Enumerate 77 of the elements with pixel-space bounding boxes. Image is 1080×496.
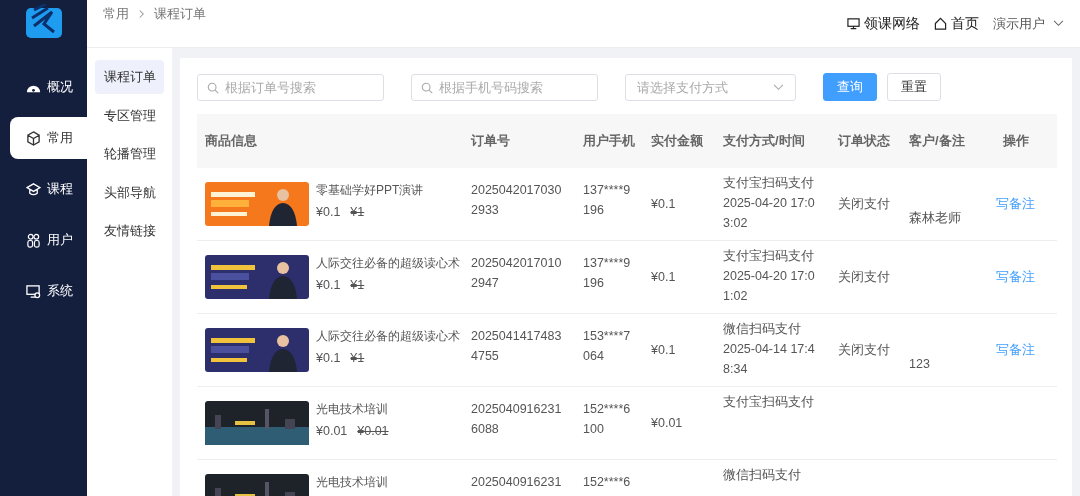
search-field[interactable]: 根据手机号码搜索 (411, 73, 598, 101)
original-price: ¥1 (350, 350, 365, 367)
logo-icon (23, 4, 64, 40)
order-status: 关闭支付 (838, 269, 890, 286)
payment-time: 2025-04-20 17:03:02 (723, 195, 816, 232)
order-number: 2025040916231 (471, 474, 562, 491)
chevron-right-icon (138, 8, 145, 19)
submenu-item[interactable]: 头部导航 (95, 175, 164, 210)
monitor-icon (26, 283, 41, 299)
course-title: 人际交往必备的超级读心术 (316, 328, 460, 345)
cap-icon (26, 181, 41, 197)
payment-method: 微信扫码支付 (723, 321, 801, 338)
phone-number: 137****9196 (583, 255, 632, 292)
course-title: 人际交往必备的超级读心术 (316, 255, 460, 272)
breadcrumb-item[interactable]: 课程订单 (154, 4, 206, 23)
payment-method: 支付宝扫码支付 (723, 248, 814, 265)
user-menu[interactable]: 演示用户 (993, 14, 1064, 33)
sidebar-item[interactable]: 用户 (10, 219, 87, 261)
order-status: 关闭支付 (838, 342, 890, 359)
order-number: 20250409162316088 (471, 401, 563, 438)
submenu-item[interactable]: 友情链接 (95, 214, 164, 249)
column-header: 用户手机 (582, 132, 636, 150)
search-field[interactable]: 根据订单号搜索 (197, 73, 384, 101)
paid-amount: ¥0.01 (651, 415, 683, 432)
submenu-item[interactable]: 专区管理 (95, 98, 164, 133)
reset-button[interactable]: 重置 (887, 73, 941, 101)
phone-number: 152****6 (583, 474, 631, 491)
payment-select[interactable]: 请选择支付方式 (625, 73, 796, 101)
course-title: 光电技术培训 (316, 474, 388, 491)
order-number: 20250420170302933 (471, 182, 563, 219)
header-link[interactable]: 首页 (934, 14, 979, 33)
payment-method: 支付宝扫码支付 (723, 175, 814, 192)
payment-method: 支付宝扫码支付 (723, 394, 814, 411)
phone-number: 152****6100 (583, 401, 632, 438)
course-title: 光电技术培训 (316, 401, 389, 418)
customer-note: 123 (909, 356, 930, 373)
breadcrumb-item[interactable]: 常用 (103, 4, 129, 23)
chevron-down-icon (1053, 20, 1064, 27)
home-icon (934, 17, 947, 30)
monitor-icon (847, 17, 860, 30)
sidebar-item[interactable]: 系统 (10, 270, 87, 312)
original-price: ¥1 (350, 204, 365, 221)
column-header: 支付方式/时间 (722, 132, 806, 150)
cube-icon (26, 130, 41, 146)
price: ¥0.1 (316, 350, 341, 367)
submenu-item[interactable]: 课程订单 (95, 60, 164, 94)
phone-number: 137****9196 (583, 182, 632, 219)
column-header: 操作 (1001, 132, 1030, 150)
phone-number: 153****7064 (583, 328, 632, 365)
course-title: 零基础学好PPT演讲 (316, 182, 424, 199)
price: ¥0.1 (316, 277, 341, 294)
submenu-item[interactable]: 轮播管理 (95, 137, 164, 172)
sidebar-item[interactable]: 常用 (10, 117, 87, 159)
original-price: ¥1 (350, 277, 365, 294)
payment-time: 2025-04-20 17:01:02 (723, 268, 816, 305)
column-header: 客户/备注 (908, 132, 966, 150)
column-header: 实付金额 (650, 132, 704, 150)
order-number: 20250420170102947 (471, 255, 563, 292)
column-header: 订单状态 (837, 132, 891, 150)
header-link[interactable]: 领课网络 (847, 14, 920, 33)
column-header: 订单号 (470, 132, 511, 150)
price: ¥0.1 (316, 204, 341, 221)
column-header: 商品信息 (204, 132, 258, 150)
chevron-down-icon (773, 83, 784, 91)
price: ¥0.01 (316, 423, 348, 440)
sidebar-item[interactable]: 概况 (10, 66, 87, 108)
order-number: 20250414174834755 (471, 328, 563, 365)
payment-time: 2025-04-14 17:48:34 (723, 341, 816, 378)
original-price: ¥0.01 (357, 423, 389, 440)
paid-amount: ¥0.1 (651, 342, 676, 359)
order-status: 关闭支付 (838, 196, 890, 213)
users-icon (26, 232, 41, 248)
sidebar-item[interactable]: 课程 (10, 168, 87, 210)
customer-note: 森林老师 (909, 210, 961, 227)
paid-amount: ¥0.1 (651, 269, 676, 286)
payment-method: 微信扫码支付 (723, 467, 801, 484)
paid-amount: ¥0.1 (651, 196, 676, 213)
